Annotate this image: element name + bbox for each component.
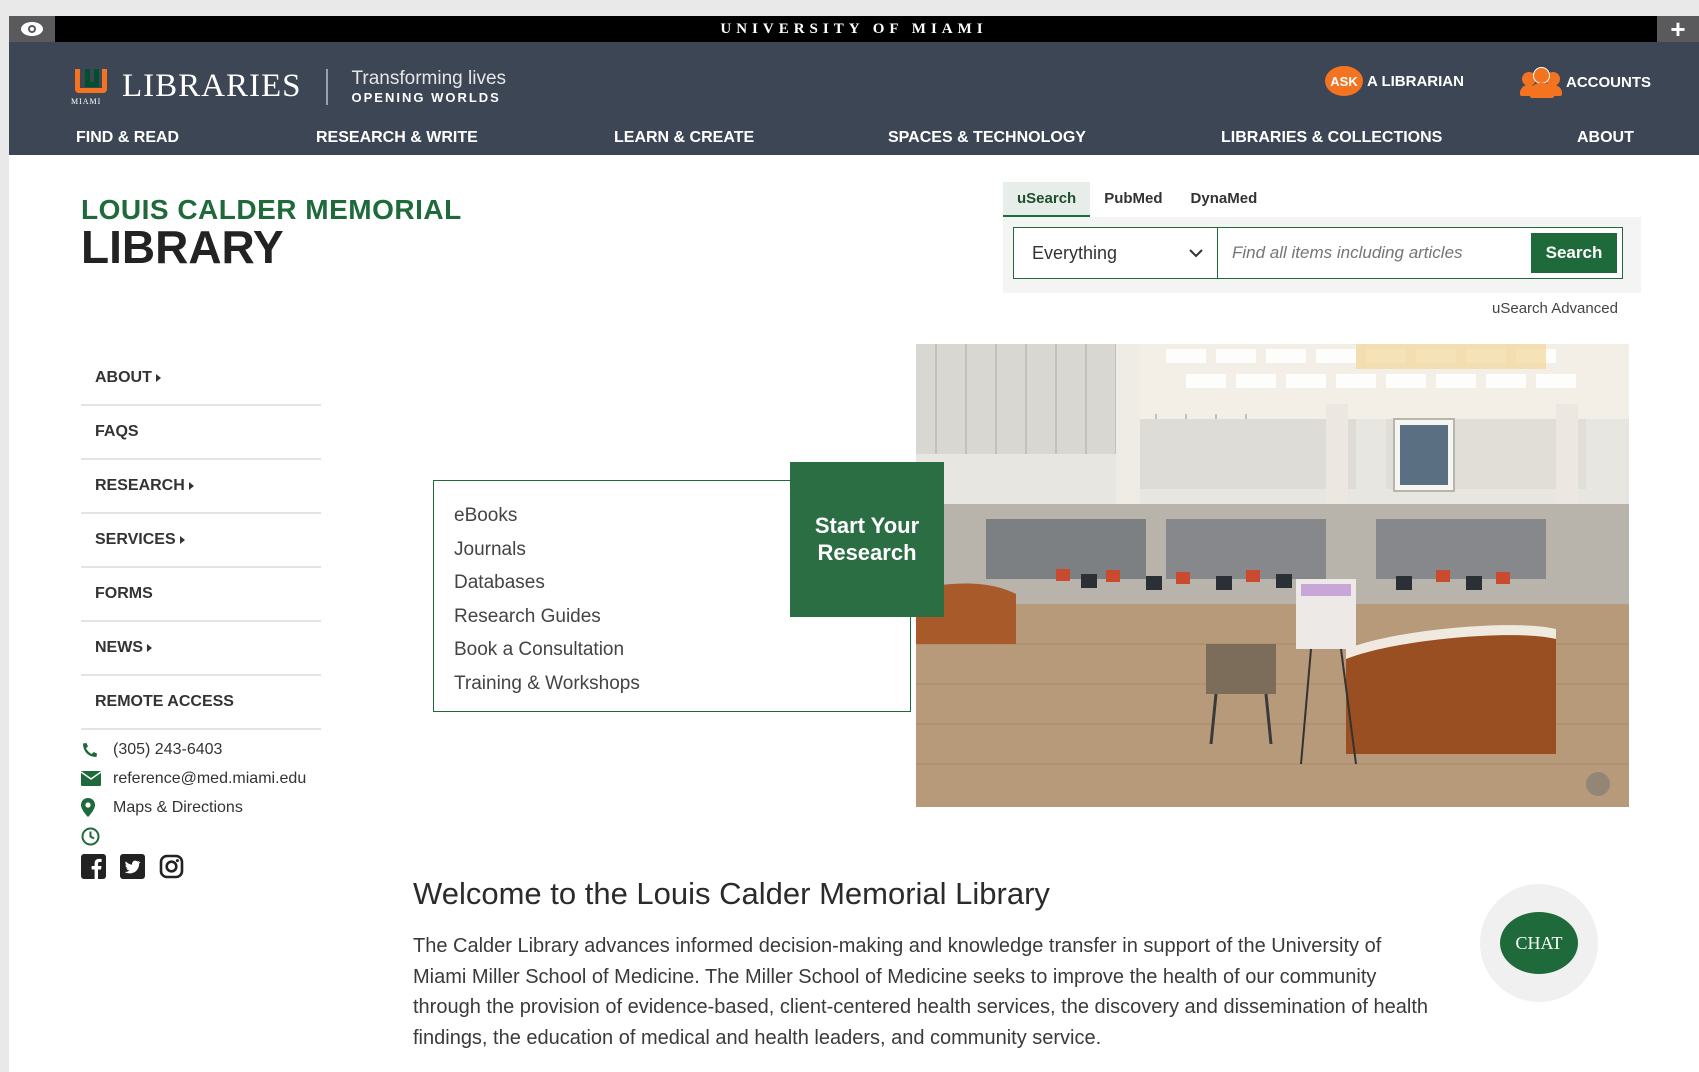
sidebar-item-label: NEWS [95,639,143,656]
chevron-down-icon [1189,249,1203,258]
map-marker-icon [81,798,105,817]
tagline-line2: OPENING WORLDS [351,90,501,105]
contact-info: (305) 243-6403 reference@med.miami.edu M… [81,735,306,851]
accounts-link[interactable]: ACCOUNTS [1520,66,1651,98]
envelope-icon [81,771,105,786]
tab-pubmed[interactable]: PubMed [1090,182,1176,218]
logo-text: LIBRARIES [122,68,302,104]
ask-a-librarian-link[interactable]: ASK A LIBRARIAN [1325,66,1464,96]
caret-right-icon [147,644,152,652]
library-interior-photo [916,344,1629,807]
library-title-line2: LIBRARY [81,221,284,273]
ask-label: A LIBRARIAN [1367,72,1464,90]
sidebar-item-news[interactable]: NEWS [81,622,321,676]
plus-icon[interactable]: + [1657,16,1699,42]
sidebar-item-label: FORMS [95,585,153,602]
university-title: UNIVERSITY OF MIAMI [720,21,988,37]
sidebar-item-label: REMOTE ACCESS [95,693,234,710]
nav-learn-create[interactable]: LEARN & CREATE [614,129,754,147]
scope-select[interactable]: Everything [1014,228,1218,278]
link-training-workshops[interactable]: Training & Workshops [454,667,640,701]
nav-research-write[interactable]: RESEARCH & WRITE [316,129,478,147]
accounts-icon [1520,66,1564,98]
email-link[interactable]: reference@med.miami.edu [113,770,306,788]
welcome-paragraph: The Calder Library advances informed dec… [413,935,1429,1049]
search-input[interactable] [1218,228,1531,278]
phone-icon [81,741,105,759]
phone-number[interactable]: (305) 243-6403 [113,741,222,759]
link-ebooks[interactable]: eBooks [454,499,640,533]
link-research-guides[interactable]: Research Guides [454,600,640,634]
link-databases[interactable]: Databases [454,566,640,600]
accounts-label: ACCOUNTS [1566,73,1651,91]
instagram-icon[interactable] [159,854,184,879]
tab-usearch[interactable]: uSearch [1003,182,1091,218]
search-form: Everything Search [1013,227,1623,279]
nav-find-read[interactable]: FIND & READ [76,129,179,147]
caret-right-icon [179,536,185,544]
twitter-icon[interactable] [120,854,145,879]
search-button[interactable]: Search [1531,233,1617,273]
site-header: MIAMI LIBRARIES Transforming lives OPENI… [9,42,1699,155]
sidebar-item-research[interactable]: RESEARCH [81,460,321,514]
chat-widget[interactable]: CHAT [1480,884,1598,1002]
nav-about[interactable]: ABOUT [1577,129,1634,147]
maps-directions-link[interactable]: Maps & Directions [113,799,243,817]
nav-libraries-collections[interactable]: LIBRARIES & COLLECTIONS [1221,129,1442,147]
logo-divider [325,68,328,105]
search-tabs: uSearch PubMed DynaMed [1003,182,1271,218]
caret-right-icon [155,374,161,382]
facebook-icon[interactable] [81,854,106,879]
link-journals[interactable]: Journals [454,533,640,567]
libraries-logo[interactable]: MIAMI LIBRARIES Transforming lives OPENI… [71,68,507,106]
ask-bubble-icon: ASK [1325,66,1363,96]
sidebar-item-label: FAQS [95,423,139,440]
top-bar: UNIVERSITY OF MIAMI + [9,16,1699,42]
caret-right-icon [188,482,194,490]
sidebar-item-label: ABOUT [95,369,152,386]
sidebar-item-label: RESEARCH [95,477,185,494]
start-your-research-heading: Start Your Research [790,462,944,617]
clock-icon[interactable] [81,827,105,846]
chat-bubble-icon: CHAT [1500,912,1586,980]
research-links: eBooks Journals Databases Research Guide… [454,499,640,700]
tagline: Transforming lives OPENING WORLDS [352,69,507,104]
sidebar-item-label: SERVICES [95,531,176,548]
welcome-heading: Welcome to the Louis Calder Memorial Lib… [413,876,1050,911]
sidebar-item-about[interactable]: ABOUT [81,352,321,406]
tab-dynamed[interactable]: DynaMed [1177,182,1272,218]
tagline-line1: Transforming lives [351,68,507,89]
usearch-advanced-link[interactable]: uSearch Advanced [1492,300,1618,317]
library-title: LOUIS CALDER MEMORIAL LIBRARY [81,194,462,270]
nav-spaces-technology[interactable]: SPACES & TECHNOLOGY [888,129,1086,147]
chat-label: CHAT [1515,932,1563,953]
link-book-consultation[interactable]: Book a Consultation [454,633,640,667]
scope-value: Everything [1032,242,1118,263]
sidebar-item-faqs[interactable]: FAQS [81,406,321,460]
sidebar-nav: ABOUT FAQS RESEARCH SERVICES FORMS NEWS … [81,352,321,730]
sidebar-item-services[interactable]: SERVICES [81,514,321,568]
sidebar-item-remote-access[interactable]: REMOTE ACCESS [81,676,321,730]
main-nav: FIND & READ RESEARCH & WRITE LEARN & CRE… [9,121,1699,155]
sidebar-item-forms[interactable]: FORMS [81,568,321,622]
social-links [81,854,184,879]
u-logo-icon: MIAMI [71,68,111,106]
search-panel: Everything Search [1003,217,1641,293]
page: MIAMI LIBRARIES Transforming lives OPENI… [9,42,1699,1072]
